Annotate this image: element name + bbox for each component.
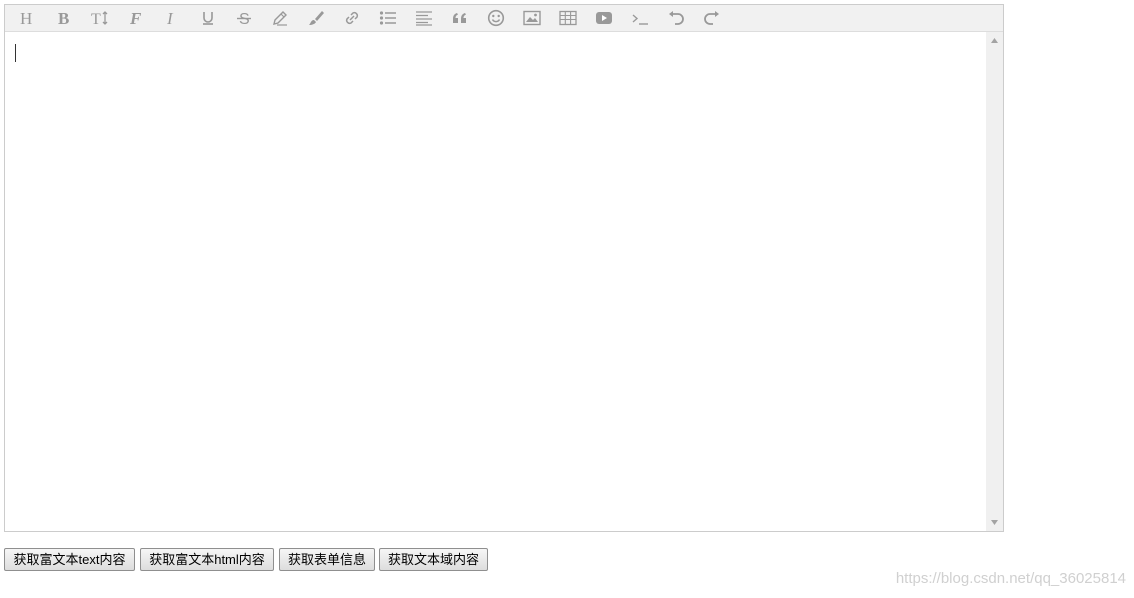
image-icon[interactable]	[518, 7, 546, 29]
font-size-icon[interactable]: T	[86, 7, 114, 29]
text-caret	[15, 44, 16, 62]
get-textarea-button[interactable]: 获取文本域内容	[379, 548, 488, 571]
svg-text:H: H	[20, 10, 32, 26]
list-icon[interactable]	[374, 7, 402, 29]
align-icon[interactable]	[410, 7, 438, 29]
link-icon[interactable]	[338, 7, 366, 29]
brush-icon[interactable]	[302, 7, 330, 29]
head-icon[interactable]: H	[14, 7, 42, 29]
svg-text:T: T	[91, 11, 101, 26]
watermark-text: https://blog.csdn.net/qq_36025814	[895, 570, 1126, 587]
get-html-button[interactable]: 获取富文本html内容	[140, 548, 274, 571]
editor-content-area[interactable]	[5, 32, 985, 531]
pencil-icon[interactable]	[266, 7, 294, 29]
get-text-button[interactable]: 获取富文本text内容	[4, 548, 135, 571]
bold-icon[interactable]: B	[50, 7, 78, 29]
rich-text-editor: H B T F I S	[4, 4, 1004, 532]
redo-icon[interactable]	[698, 7, 726, 29]
svg-text:B: B	[58, 10, 69, 26]
strikethrough-icon[interactable]: S	[230, 7, 258, 29]
scroll-up-icon[interactable]	[986, 32, 1003, 49]
quote-icon[interactable]	[446, 7, 474, 29]
italic-icon[interactable]: I	[158, 7, 186, 29]
editor-scrollbar[interactable]	[986, 32, 1003, 531]
scroll-down-icon[interactable]	[986, 514, 1003, 531]
get-form-button[interactable]: 获取表单信息	[279, 548, 375, 571]
svg-text:I: I	[166, 10, 174, 26]
editor-toolbar: H B T F I S	[5, 5, 1003, 32]
video-icon[interactable]	[590, 7, 618, 29]
undo-icon[interactable]	[662, 7, 690, 29]
table-icon[interactable]	[554, 7, 582, 29]
underline-icon[interactable]	[194, 7, 222, 29]
emoticon-icon[interactable]	[482, 7, 510, 29]
svg-text:F: F	[129, 10, 142, 26]
font-family-icon[interactable]: F	[122, 7, 150, 29]
code-icon[interactable]	[626, 7, 654, 29]
